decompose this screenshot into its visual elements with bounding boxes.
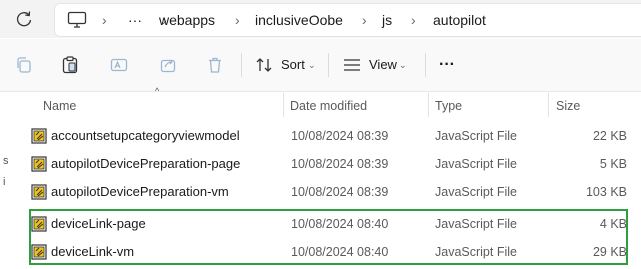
sort-icon [256,58,272,72]
column-header-type[interactable]: Type [435,97,462,115]
toolbar-divider [241,53,242,77]
file-name: autopilotDevicePreparation-vm [51,184,229,199]
chevron-right-icon: › [235,12,240,28]
toolbar-divider [328,53,329,77]
sort-ascending-icon: ^ [155,86,160,96]
rename-icon[interactable] [109,55,129,75]
file-type: JavaScript File [435,185,517,199]
file-type: JavaScript File [435,157,517,171]
chevron-right-icon: › [362,12,367,28]
view-label: View [369,57,397,72]
file-date: 10/08/2024 08:39 [291,157,389,171]
file-row[interactable]: autopilotDevicePreparation-page 10/08/20… [28,150,641,178]
toolbar-divider [425,53,426,77]
column-header-date[interactable]: Date modified [290,97,367,115]
column-divider[interactable] [548,93,549,117]
refresh-icon[interactable] [14,9,34,29]
nav-pane-edge: s [3,155,9,167]
view-icon [344,59,360,71]
monitor-icon [67,11,87,28]
file-row[interactable]: accountsetupcategoryviewmodel 10/08/2024… [28,122,641,150]
column-divider[interactable] [283,93,284,117]
chevron-down-icon: ⌄ [399,60,407,70]
javascript-file-icon [31,128,47,144]
file-date: 10/08/2024 08:39 [291,185,389,199]
breadcrumb-webapps[interactable]: webapps [159,4,215,36]
breadcrumb[interactable]: › ··· › webapps › inclusiveOobe › js › a… [54,3,641,37]
share-icon[interactable] [158,55,178,75]
chevron-down-icon: ⌄ [308,60,316,70]
file-size: 103 KB [585,185,627,199]
javascript-file-icon [31,156,47,172]
address-bar-area: › ··· › webapps › inclusiveOobe › js › a… [0,0,641,38]
more-options-button[interactable]: ··· [439,53,455,77]
paste-icon[interactable] [60,55,80,75]
file-size: 22 KB [592,129,627,143]
command-bar: Sort ⌄ View ⌄ ··· [0,39,641,92]
sort-label: Sort [281,57,305,72]
column-header-name[interactable]: Name [43,97,76,115]
breadcrumb-overflow[interactable]: ··· [128,4,142,36]
file-name: autopilotDevicePreparation-page [51,156,241,171]
javascript-file-icon [31,184,47,200]
nav-pane-edge: i [3,176,6,188]
file-name: accountsetupcategoryviewmodel [51,128,240,143]
file-row[interactable]: autopilotDevicePreparation-vm 10/08/2024… [28,178,641,206]
file-size: 5 KB [599,157,627,171]
breadcrumb-js[interactable]: js [382,4,392,36]
file-date: 10/08/2024 08:39 [291,129,389,143]
column-header-size[interactable]: Size [556,97,580,115]
column-divider[interactable] [428,93,429,117]
breadcrumb-inclusiveoobe[interactable]: inclusiveOobe [255,4,343,36]
file-type: JavaScript File [435,129,517,143]
delete-icon[interactable] [205,55,225,75]
chevron-right-icon: › [411,12,416,28]
chevron-right-icon: › [102,12,107,28]
breadcrumb-autopilot[interactable]: autopilot [433,4,486,36]
copy-icon[interactable] [14,55,34,75]
highlight-box [29,209,628,265]
